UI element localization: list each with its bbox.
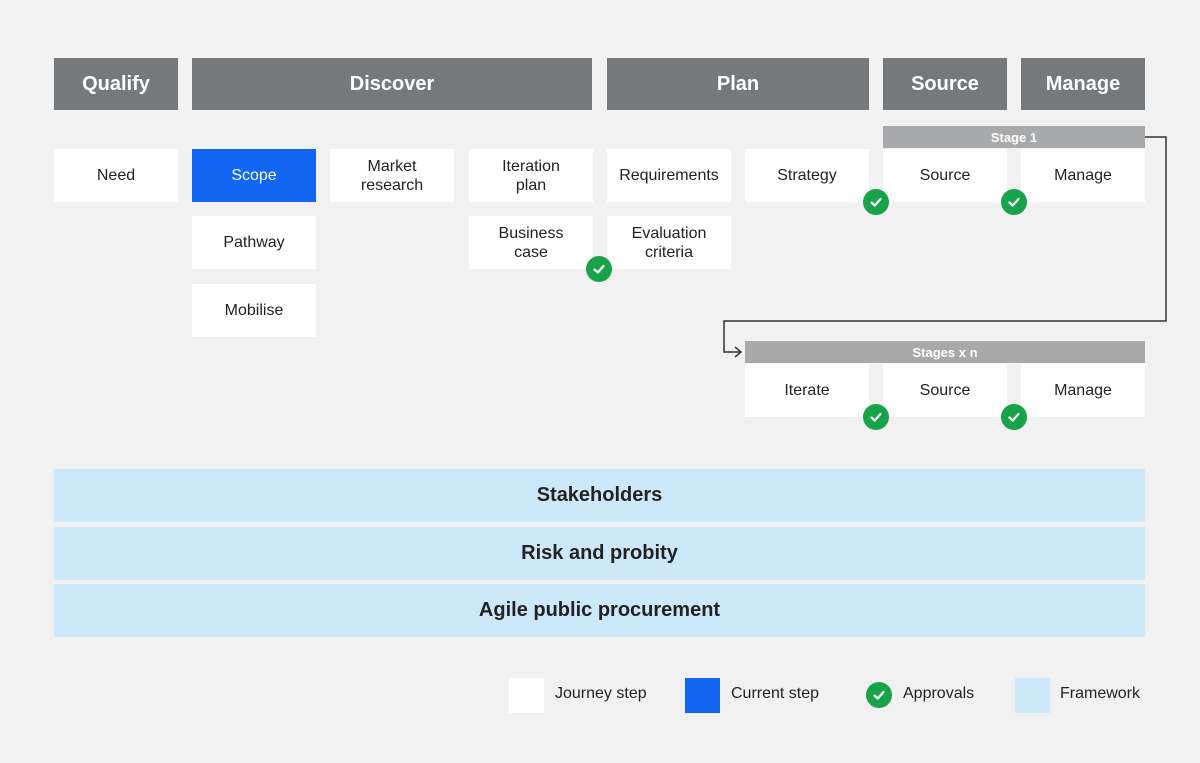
check-circle-icon	[863, 404, 889, 430]
check-circle-icon	[586, 256, 612, 282]
check-circle-icon	[1001, 189, 1027, 215]
legend-journey-step-label: Journey step	[555, 685, 647, 702]
legend-current-step-swatch	[685, 678, 720, 713]
legend-journey-step-swatch	[509, 678, 544, 713]
legend-framework-swatch	[1015, 678, 1050, 713]
check-circle-icon	[863, 189, 889, 215]
legend-framework-label: Framework	[1060, 685, 1141, 702]
check-circle-icon	[866, 682, 892, 708]
framework-risk-and-probity: Risk and probity	[54, 527, 1145, 580]
legend-approvals-label: Approvals	[903, 685, 975, 702]
framework-stakeholders: Stakeholders	[54, 469, 1145, 522]
check-circle-icon	[1001, 404, 1027, 430]
legend-current-step-label: Current step	[731, 685, 820, 702]
stage-connector-arrow	[723, 136, 1167, 358]
framework-agile-public-procurement: Agile public procurement	[54, 584, 1145, 637]
